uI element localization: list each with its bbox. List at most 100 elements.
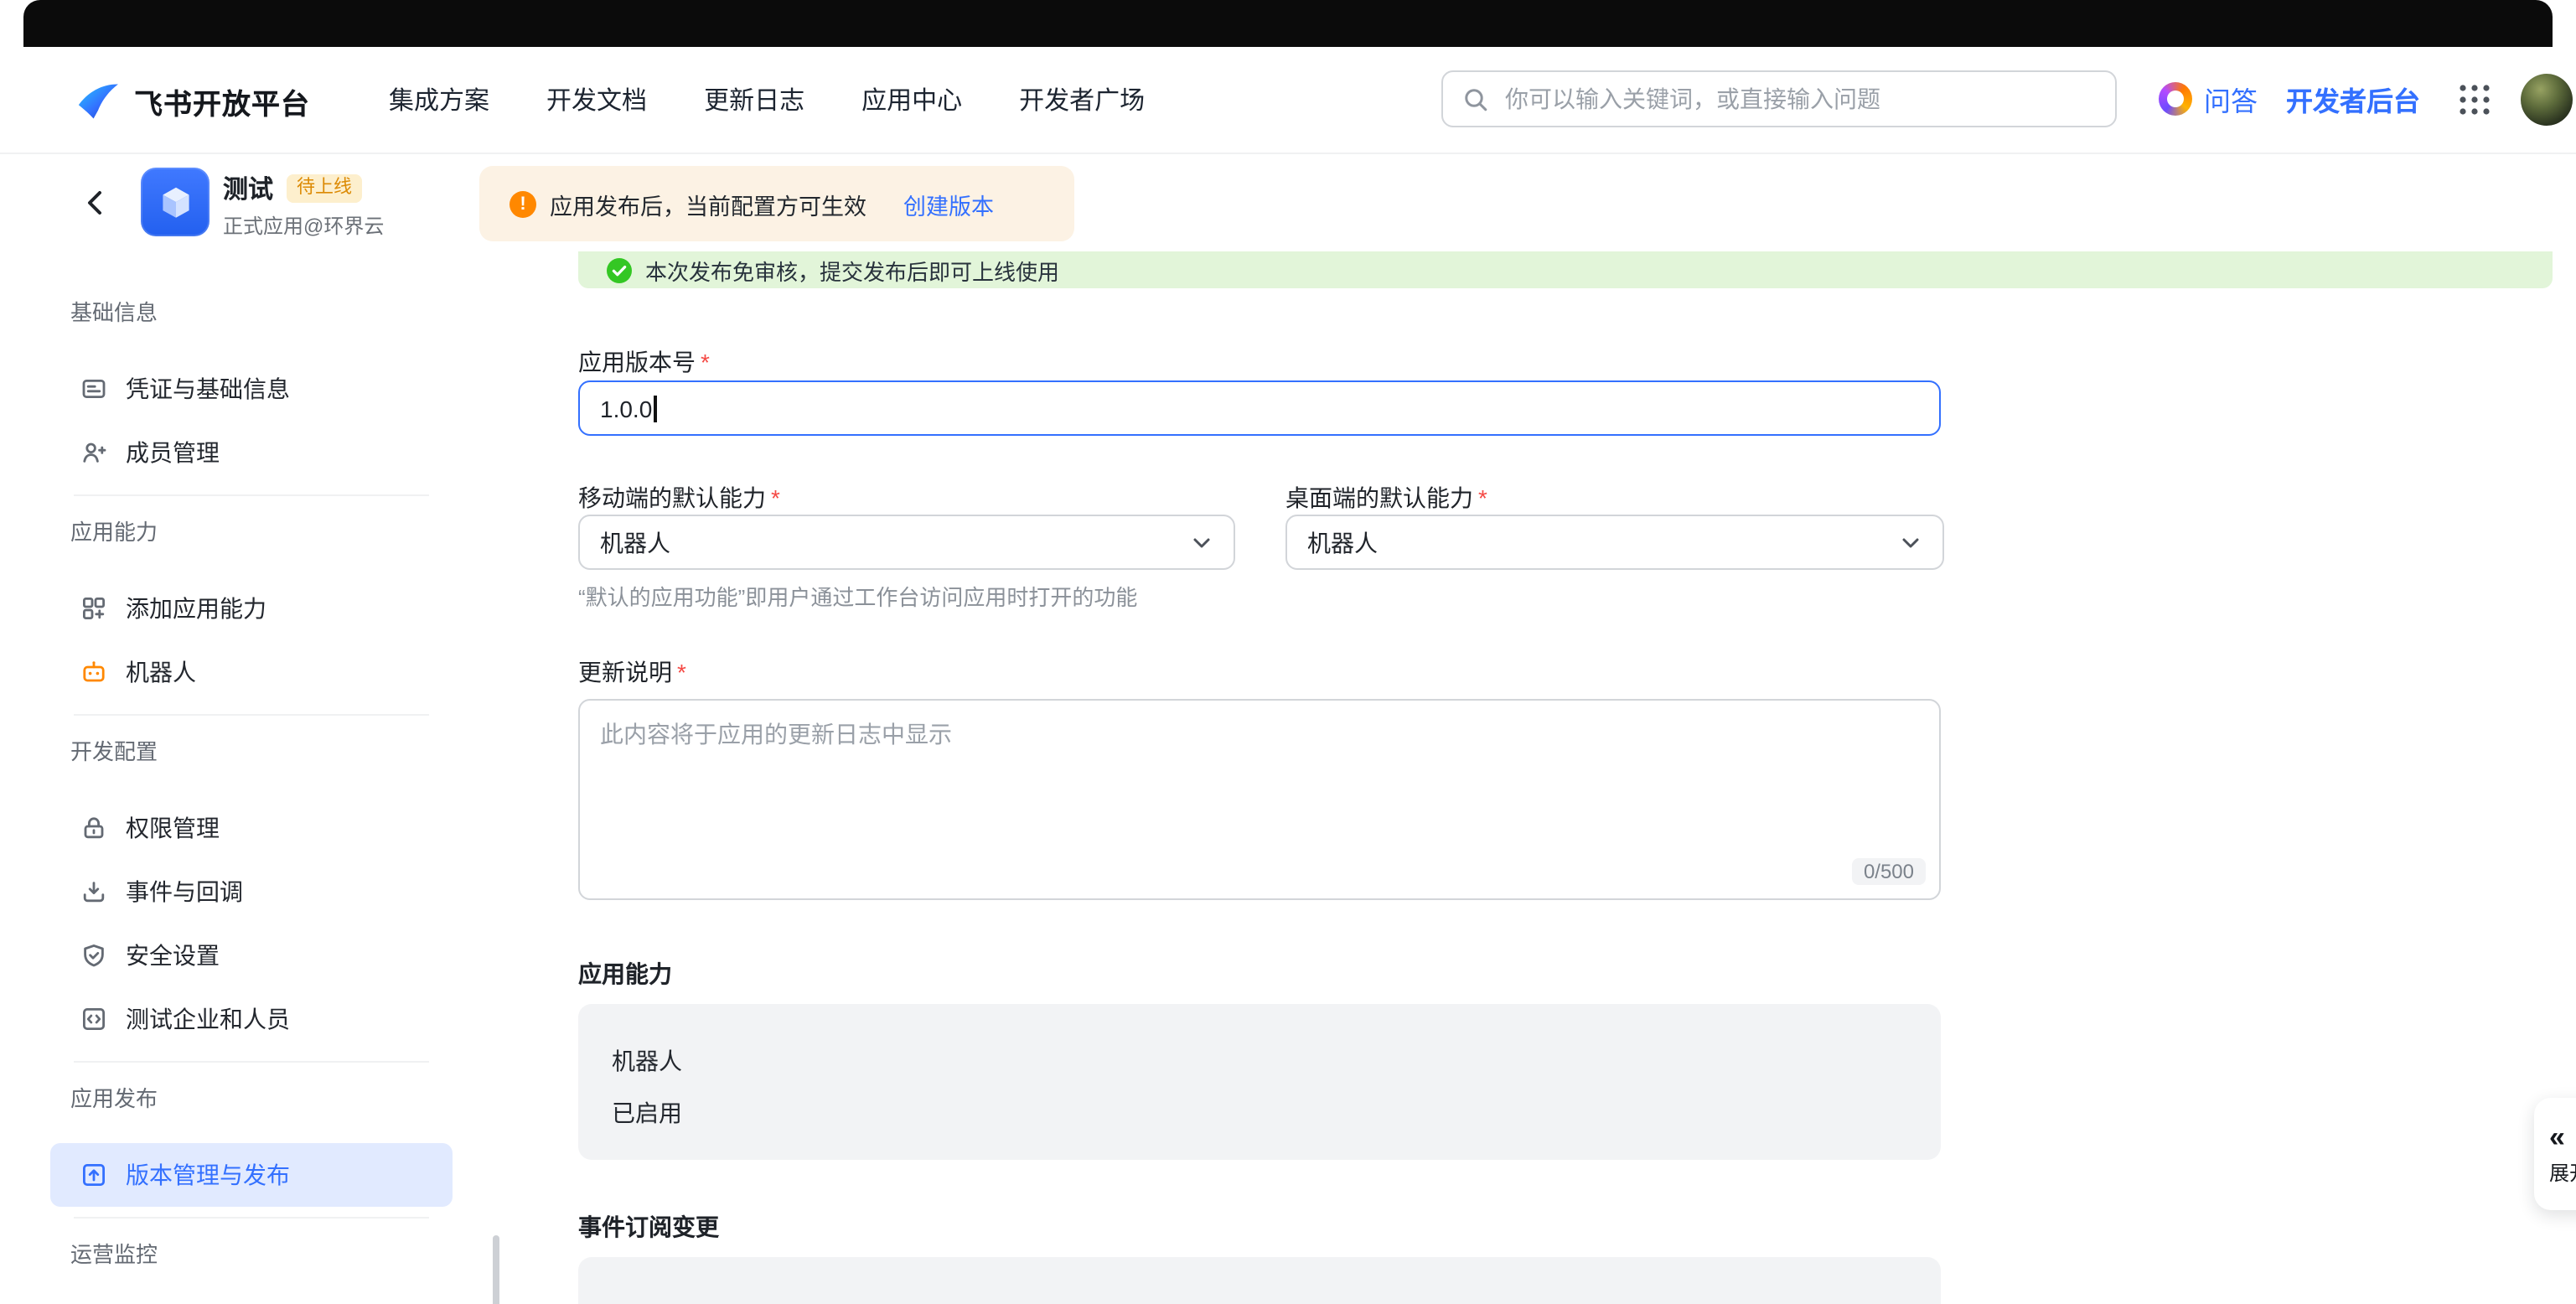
nav-item-developer-marketplace[interactable]: 开发者广场	[1019, 81, 1145, 116]
sidebar-item-label: 凭证与基础信息	[126, 372, 290, 406]
qa-button[interactable]: 问答	[2159, 47, 2258, 151]
sidebar-item-add-capability[interactable]: 添加应用能力	[50, 577, 453, 640]
sidebar: 基础信息 凭证与基础信息 成员管理 应用能力	[50, 277, 453, 1299]
brand-name: 飞书开放平台	[134, 80, 310, 122]
version-value: 1.0.0	[600, 395, 652, 422]
update-notes-textarea[interactable]	[580, 701, 1939, 898]
chevron-down-icon	[1899, 530, 1922, 554]
app-subtitle: 正式应用@环界云	[223, 211, 384, 240]
expand-panel-button[interactable]: « 展开	[2534, 1098, 2576, 1210]
capability-section-title: 应用能力	[578, 957, 672, 991]
success-banner: 本次发布免审核，提交发布后即可上线使用	[578, 251, 2553, 288]
success-check-icon	[607, 257, 632, 282]
select-value: 机器人	[600, 525, 670, 559]
sidebar-item-bot[interactable]: 机器人	[50, 640, 453, 704]
sidebar-item-label: 添加应用能力	[126, 592, 266, 625]
feishu-logo-icon	[75, 78, 121, 123]
chevron-left-icon	[79, 186, 112, 220]
sidebar-divider	[74, 714, 429, 716]
page: 飞书开放平台 集成方案 开发文档 更新日志 应用中心 开发者广场 问答 开发者后…	[0, 0, 2576, 1304]
alert-text: 应用发布后，当前配置方可生效	[550, 187, 866, 220]
add-capability-icon	[80, 595, 107, 622]
app-icon	[141, 168, 209, 236]
sidebar-item-security-settings[interactable]: 安全设置	[50, 924, 453, 987]
required-asterisk: *	[677, 659, 686, 686]
alert-banner: ! 应用发布后，当前配置方可生效 创建版本	[479, 166, 1074, 241]
capability-status: 已启用	[612, 1096, 682, 1130]
search-box	[1441, 70, 2117, 127]
nav-item-dev-docs[interactable]: 开发文档	[546, 81, 647, 116]
mobile-capability-label: 移动端的默认能力*	[578, 481, 780, 515]
sidebar-group-title-capability: 应用能力	[70, 520, 432, 546]
capability-hint: “默认的应用功能”即用户通过工作台访问应用时打开的功能	[578, 580, 1137, 612]
create-version-link[interactable]: 创建版本	[903, 187, 994, 220]
sidebar-item-label: 安全设置	[126, 939, 220, 972]
sidebar-item-label: 测试企业和人员	[126, 1002, 290, 1036]
app-status-badge: 待上线	[287, 174, 362, 203]
desktop-capability-select[interactable]: 机器人	[1285, 515, 1944, 570]
event-section-title: 事件订阅变更	[578, 1210, 719, 1244]
main-nav: 集成方案 开发文档 更新日志 应用中心 开发者广场	[389, 47, 1145, 151]
double-chevron-left-icon: «	[2549, 1122, 2565, 1152]
event-panel	[578, 1257, 1941, 1304]
desktop-capability-label: 桌面端的默认能力*	[1285, 481, 1487, 515]
sidebar-item-credentials[interactable]: 凭证与基础信息	[50, 357, 453, 421]
arrow-up-box-icon	[80, 1162, 107, 1188]
sidebar-item-label: 权限管理	[126, 811, 220, 845]
apps-grid-icon[interactable]	[2457, 82, 2492, 117]
qa-icon	[2159, 82, 2192, 116]
sidebar-item-label: 成员管理	[126, 436, 220, 469]
sidebar-item-members[interactable]: 成员管理	[50, 421, 453, 484]
capability-name: 机器人	[612, 1044, 682, 1078]
sidebar-item-test-org[interactable]: 测试企业和人员	[50, 987, 453, 1051]
sidebar-group-title-basic: 基础信息	[70, 300, 432, 327]
qa-label: 问答	[2204, 79, 2258, 119]
required-asterisk: *	[1478, 484, 1487, 511]
success-text: 本次发布免审核，提交发布后即可上线使用	[645, 254, 1059, 286]
capability-panel: 机器人 已启用	[578, 1004, 1941, 1160]
id-card-icon	[80, 375, 107, 402]
sidebar-group-title-devconfig: 开发配置	[70, 739, 432, 766]
sidebar-group-title-release: 应用发布	[70, 1086, 432, 1113]
app-bar: 测试 待上线 正式应用@环界云 ! 应用发布后，当前配置方可生效 创建版本	[0, 154, 2576, 251]
code-brackets-icon	[80, 1006, 107, 1032]
tab-label: 开发者后台	[2286, 79, 2420, 119]
user-avatar[interactable]	[2521, 74, 2573, 126]
search-icon	[1463, 86, 1488, 111]
app-header: 飞书开放平台 集成方案 开发文档 更新日志 应用中心 开发者广场 问答 开发者后…	[0, 47, 2576, 154]
sidebar-item-label: 版本管理与发布	[126, 1158, 290, 1192]
members-icon	[80, 439, 107, 466]
version-input[interactable]: 1.0.0	[578, 380, 1941, 436]
tab-developer-console[interactable]: 开发者后台	[2286, 47, 2420, 151]
nav-item-app-center[interactable]: 应用中心	[861, 81, 962, 116]
window-top-bar	[23, 0, 2553, 47]
mobile-capability-select[interactable]: 机器人	[578, 515, 1235, 570]
shield-check-icon	[80, 942, 107, 969]
select-value: 机器人	[1307, 525, 1378, 559]
nav-item-changelog[interactable]: 更新日志	[704, 81, 804, 116]
sidebar-scrollbar[interactable]	[493, 1235, 499, 1304]
char-counter: 0/500	[1852, 858, 1926, 885]
required-asterisk: *	[771, 484, 780, 511]
sidebar-item-events-callbacks[interactable]: 事件与回调	[50, 860, 453, 924]
nav-item-integration-solutions[interactable]: 集成方案	[389, 81, 489, 116]
expand-label: 展开	[2549, 1157, 2576, 1186]
brand-logo[interactable]: 飞书开放平台	[75, 75, 310, 126]
sidebar-group-title-operations: 运营监控	[70, 1242, 432, 1269]
lock-icon	[80, 815, 107, 841]
sidebar-divider	[74, 1061, 429, 1063]
text-caret	[654, 395, 656, 422]
chevron-down-icon	[1190, 530, 1213, 554]
app-name: 测试	[223, 171, 273, 206]
version-label: 应用版本号*	[578, 345, 710, 379]
robot-icon	[80, 659, 107, 686]
sidebar-item-label: 机器人	[126, 655, 196, 689]
search-input[interactable]	[1502, 84, 2095, 114]
sidebar-divider	[74, 1217, 429, 1219]
back-button[interactable]	[77, 184, 114, 221]
update-notes-field: 0/500	[578, 699, 1941, 900]
sidebar-item-version-release[interactable]: 版本管理与发布	[50, 1143, 453, 1207]
update-notes-label: 更新说明*	[578, 655, 686, 689]
sidebar-item-permissions[interactable]: 权限管理	[50, 796, 453, 860]
sidebar-item-label: 事件与回调	[126, 875, 243, 908]
